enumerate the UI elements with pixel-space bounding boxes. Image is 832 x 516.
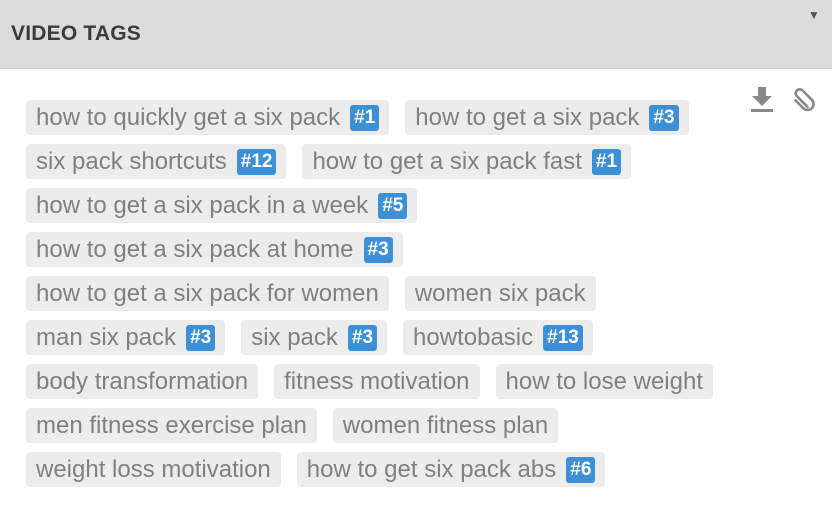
tag-label: how to get a six pack for women xyxy=(36,279,379,307)
tag-row: weight loss motivation how to get six pac… xyxy=(26,452,746,487)
tag-label: fitness motivation xyxy=(284,367,470,395)
tag-chip[interactable]: man six pack #3 xyxy=(26,320,226,355)
rank-badge: #12 xyxy=(236,148,277,175)
download-icon[interactable] xyxy=(750,85,774,113)
collapse-toggle-icon[interactable]: ▼ xyxy=(808,9,820,21)
tag-row: how to get a six pack for women women six… xyxy=(26,276,746,311)
tag-chip[interactable]: how to get a six pack for women xyxy=(26,276,389,311)
tag-row: how to get a six pack in a week #5 xyxy=(26,188,746,223)
paperclip-icon[interactable] xyxy=(792,85,816,113)
tag-tools xyxy=(750,84,816,114)
tag-label: how to quickly get a six pack xyxy=(36,103,341,131)
tag-row: body transformation fitness motivation how… xyxy=(26,364,746,399)
tag-chip[interactable]: fitness motivation xyxy=(274,364,480,399)
tag-chip[interactable]: six pack #3 xyxy=(241,320,388,355)
tag-chip[interactable]: men fitness exercise plan xyxy=(26,408,317,443)
tag-chip[interactable]: weight loss motivation xyxy=(26,452,281,487)
tag-label: body transformation xyxy=(36,367,249,395)
tag-chip[interactable]: women six pack xyxy=(404,276,596,311)
tag-chip[interactable]: howtobasic #13 xyxy=(403,320,593,355)
tag-label: weight loss motivation xyxy=(36,455,271,483)
tag-label: men fitness exercise plan xyxy=(36,411,307,439)
tag-chip[interactable]: how to get a six pack in a week #5 xyxy=(26,188,418,223)
rank-badge: #1 xyxy=(591,148,622,175)
rank-badge: #3 xyxy=(363,236,393,263)
rank-badge: #3 xyxy=(649,104,679,131)
tag-label: how to get six pack abs xyxy=(306,455,557,483)
tag-row: how to quickly get a six pack #1 how to ge… xyxy=(26,100,746,135)
tag-chip[interactable]: women fitness plan xyxy=(332,408,559,443)
tag-chip[interactable]: how to quickly get a six pack #1 xyxy=(26,100,390,135)
tag-chip[interactable]: how to get a six pack #3 xyxy=(405,100,689,135)
panel-title: VIDEO TAGS xyxy=(11,22,141,45)
tag-chip[interactable]: body transformation xyxy=(26,364,259,399)
tag-row: six pack shortcuts #12 how to get a six pa… xyxy=(26,144,746,179)
tag-label: women six pack xyxy=(414,279,586,307)
tag-row: man six pack #3 six pack #3 howtobasic #13 xyxy=(26,320,746,355)
tag-chip[interactable]: how to get a six pack at home #3 xyxy=(26,232,403,267)
rank-badge: #6 xyxy=(566,456,596,483)
tag-label: how to get a six pack at home xyxy=(36,235,354,263)
tag-label: six pack shortcuts xyxy=(36,147,227,175)
tag-chip[interactable]: how to get a six pack fast #1 xyxy=(302,144,632,179)
tag-row: how to get a six pack at home #3 xyxy=(26,232,746,267)
tag-row: men fitness exercise plan women fitness p… xyxy=(26,408,746,443)
tag-chip[interactable]: how to lose weight xyxy=(495,364,713,399)
tag-label: six pack xyxy=(251,323,338,351)
tag-list: how to quickly get a six pack #1 how to ge… xyxy=(26,100,746,496)
video-tags-panel: VIDEO TAGS ▼ how to quickly get a six pa… xyxy=(0,0,832,516)
rank-badge: #13 xyxy=(543,324,583,351)
tag-chip[interactable]: six pack shortcuts #12 xyxy=(26,144,287,179)
rank-badge: #3 xyxy=(186,324,216,351)
tag-label: man six pack xyxy=(36,323,177,351)
panel-header[interactable]: VIDEO TAGS ▼ xyxy=(0,0,832,69)
tag-label: how to get a six pack in a week xyxy=(36,191,369,219)
rank-badge: #1 xyxy=(350,104,380,131)
tag-label: how to get a six pack xyxy=(415,103,640,131)
tag-chip[interactable]: how to get six pack abs #6 xyxy=(296,452,606,487)
tag-label: women fitness plan xyxy=(342,411,549,439)
tag-label: how to get a six pack fast xyxy=(312,147,582,175)
rank-badge: #5 xyxy=(378,192,408,219)
rank-badge: #3 xyxy=(347,324,378,351)
tag-label: how to lose weight xyxy=(505,367,703,395)
tag-label: howtobasic xyxy=(413,323,534,351)
